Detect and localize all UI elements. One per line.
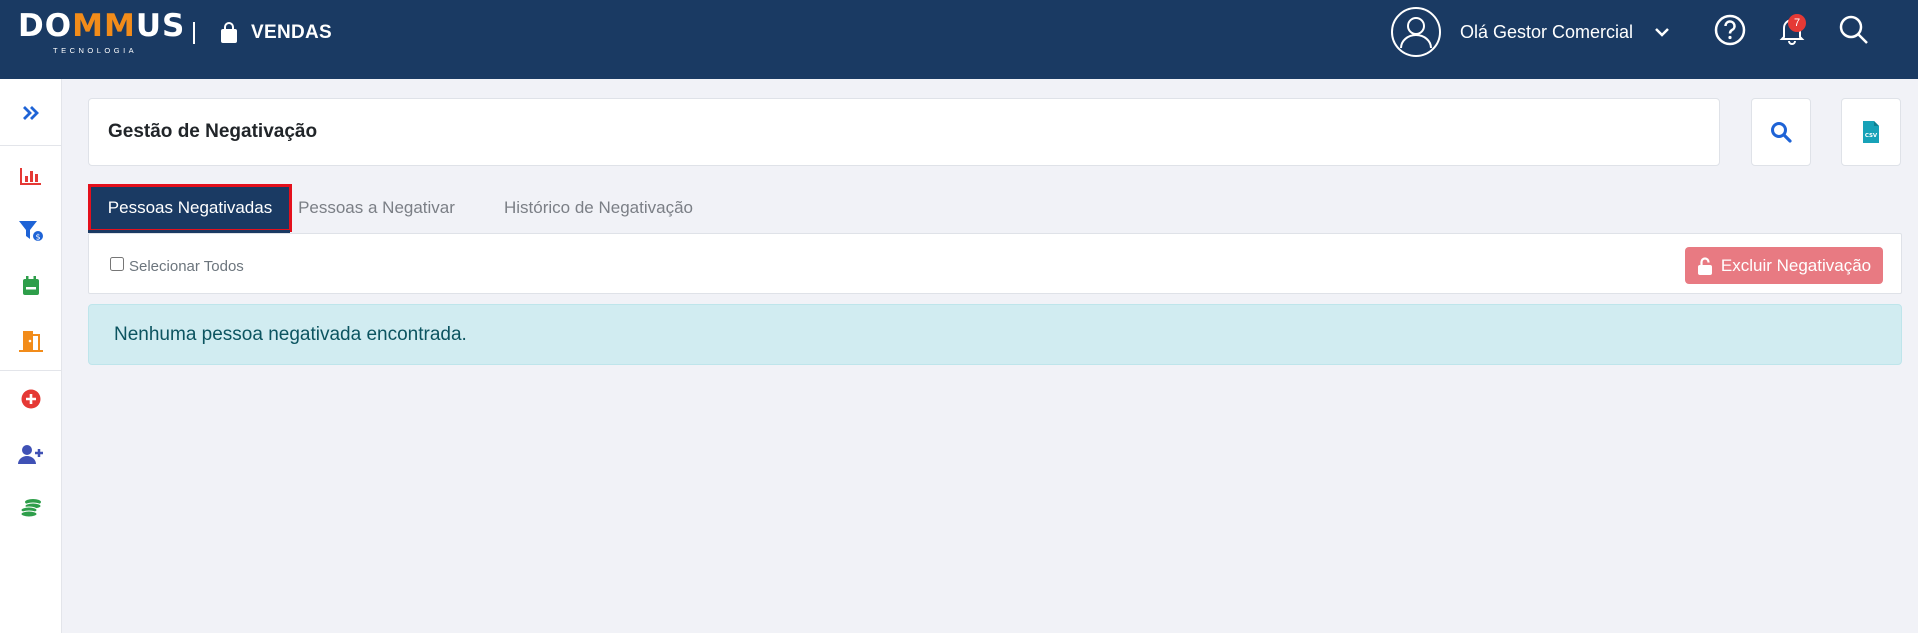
sidebar-item-finance[interactable] xyxy=(16,494,46,524)
svg-text:CSV: CSV xyxy=(1865,133,1878,139)
chevron-down-icon[interactable] xyxy=(1653,25,1671,39)
delete-negativation-label: Excluir Negativação xyxy=(1720,255,1872,275)
sidebar-item-funnel[interactable]: $ xyxy=(16,216,46,246)
csv-file-icon: CSV xyxy=(1863,121,1879,143)
select-all-checkbox[interactable] xyxy=(110,256,124,271)
tab-historico-negativacao[interactable]: Histórico de Negativação xyxy=(501,184,696,232)
logo-subtitle: TECNOLOGIA xyxy=(53,46,138,55)
sidebar-item-reports[interactable] xyxy=(16,161,46,191)
module-name: VENDAS xyxy=(251,22,332,43)
sidebar-item-add[interactable] xyxy=(16,384,46,414)
sidebar-divider xyxy=(0,145,62,146)
sidebar-item-add-user[interactable] xyxy=(16,439,46,469)
sidebar-item-exit[interactable] xyxy=(16,326,46,356)
user-menu[interactable]: Olá Gestor Comercial xyxy=(1390,6,1671,58)
delete-negativation-button[interactable]: Excluir Negativação xyxy=(1685,247,1883,284)
plus-circle-icon xyxy=(21,389,41,409)
expand-menu-button[interactable] xyxy=(16,98,46,128)
user-circle-icon xyxy=(1391,7,1441,57)
expand-menu-icon xyxy=(23,106,39,120)
help-icon[interactable] xyxy=(1713,13,1747,47)
module-indicator[interactable]: VENDAS xyxy=(219,20,332,46)
search-icon[interactable] xyxy=(1837,13,1871,47)
filter-search-button[interactable] xyxy=(1751,98,1811,166)
select-all-label: Selecionar Todos xyxy=(129,258,244,275)
top-navbar: DOMMUS TECNOLOGIA VENDAS Olá Gestor Come… xyxy=(0,0,1918,79)
left-sidebar: $ xyxy=(0,79,62,633)
page-header-card: Gestão de Negativação xyxy=(88,98,1720,166)
unlock-icon xyxy=(1697,256,1712,275)
door-exit-icon xyxy=(19,331,43,352)
sidebar-item-calendar[interactable] xyxy=(16,271,46,301)
shopping-bag-icon xyxy=(221,22,237,43)
funnel-dollar-icon: $ xyxy=(19,221,44,242)
user-greeting: Olá Gestor Comercial xyxy=(1460,21,1634,42)
bar-chart-icon xyxy=(20,168,41,185)
select-all-control[interactable]: Selecionar Todos xyxy=(110,255,244,275)
coins-icon xyxy=(20,499,42,518)
tab-pessoas-negativadas[interactable]: Pessoas Negativadas xyxy=(88,184,292,232)
calendar-icon xyxy=(23,276,39,295)
search-icon xyxy=(1771,122,1792,143)
dommus-logo[interactable]: DOMMUS TECNOLOGIA xyxy=(18,8,186,60)
user-plus-icon xyxy=(18,445,43,464)
empty-state-message: Nenhuma pessoa negativada encontrada. xyxy=(114,324,467,345)
selection-toolbar: Selecionar Todos Excluir Negativação xyxy=(88,233,1902,294)
header-divider xyxy=(193,22,195,44)
page-title: Gestão de Negativação xyxy=(108,121,318,142)
tab-pessoas-a-negativar[interactable]: Pessoas a Negativar xyxy=(298,184,455,232)
empty-state-alert: Nenhuma pessoa negativada encontrada. xyxy=(88,304,1902,365)
logo-wordmark: DOMMUS xyxy=(18,8,186,44)
notification-badge: 7 xyxy=(1788,14,1806,32)
svg-text:$: $ xyxy=(35,233,40,242)
sidebar-divider xyxy=(0,370,62,371)
export-csv-button[interactable]: CSV xyxy=(1841,98,1901,166)
